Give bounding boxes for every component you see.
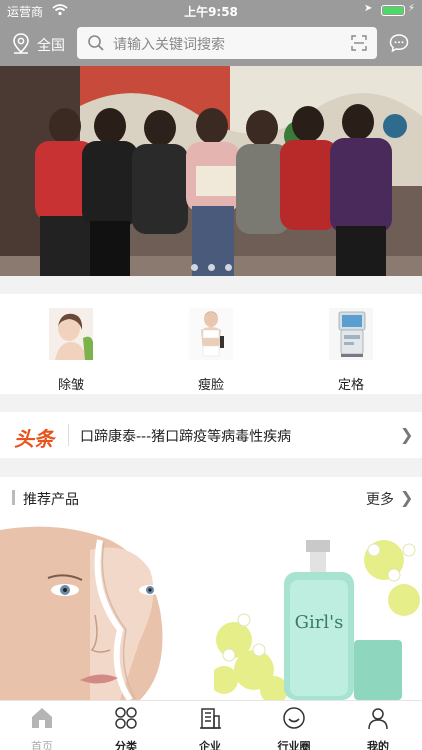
smile-circle-icon [283, 707, 305, 729]
headline-tag: 头条 [14, 427, 54, 451]
user-icon [368, 708, 388, 730]
category-row: 除皱 瘦脸 定格 [0, 294, 422, 394]
more-link[interactable]: 更多 [366, 489, 394, 509]
app-screen: 运营商 上午9:58 ➤ ⚡ 全国 请输入关键词搜索 除皱 瘦脸 定格 头条 口… [0, 0, 422, 750]
category-item-device[interactable]: 定格 [316, 308, 386, 393]
section-title: 推荐产品 [23, 492, 79, 508]
carousel-dot[interactable] [207, 264, 215, 271]
device-icon [329, 308, 373, 360]
location-label[interactable]: 全国 [37, 35, 65, 55]
section-marker [12, 490, 15, 505]
product-image-bottle: Girl's [214, 520, 422, 700]
category-icon [115, 707, 137, 729]
search-icon [88, 35, 104, 51]
tab-category[interactable]: 分类 [84, 705, 168, 750]
top-bar: 运营商 上午9:58 ➤ ⚡ 全国 请输入关键词搜索 [0, 0, 422, 66]
category-label: 定格 [337, 378, 364, 393]
header: 全国 请输入关键词搜索 [0, 22, 422, 66]
category-label: 瘦脸 [197, 378, 224, 393]
product-card[interactable]: Girl's [214, 520, 422, 700]
bottle-label: Girl's [295, 612, 344, 633]
tab-mine[interactable]: 我的 [336, 705, 420, 750]
carousel-indicator[interactable] [0, 256, 422, 275]
tab-label: 行业圈 [277, 740, 311, 750]
product-card[interactable] [0, 520, 208, 700]
scan-icon[interactable] [351, 35, 367, 51]
tab-home[interactable]: 首页 [0, 705, 84, 750]
building-icon [200, 708, 221, 729]
divider [68, 424, 69, 446]
location-pin-icon[interactable] [12, 33, 30, 55]
category-item-wrinkle[interactable]: 除皱 [36, 308, 106, 393]
location-arrow-icon: ➤ [364, 3, 373, 14]
tab-bar: 首页 分类 企业 行业圈 我的 [0, 700, 422, 750]
search-input[interactable]: 请输入关键词搜索 [77, 27, 377, 59]
battery-icon [381, 5, 405, 16]
clock: 上午9:58 [184, 5, 238, 19]
chevron-right-icon[interactable]: ❯ [400, 488, 413, 507]
tab-label: 首页 [31, 740, 53, 750]
tab-company[interactable]: 企业 [168, 705, 252, 750]
home-icon [32, 708, 52, 728]
product-image-face [0, 520, 208, 700]
carousel-dot[interactable] [224, 264, 232, 271]
status-bar: 运营商 上午9:58 ➤ ⚡ [0, 0, 422, 22]
tab-label: 企业 [199, 740, 221, 750]
headline-text: 口蹄康泰---猪口蹄疫等病毒性疾病 [80, 429, 292, 445]
banner-carousel[interactable] [0, 66, 422, 276]
face-slimming-icon [189, 308, 233, 360]
category-item-slimming[interactable]: 瘦脸 [176, 308, 246, 393]
tab-label: 分类 [115, 740, 137, 750]
charging-icon: ⚡ [408, 3, 416, 14]
tab-industry-circle[interactable]: 行业圈 [252, 705, 336, 750]
search-placeholder: 请输入关键词搜索 [113, 37, 225, 53]
chevron-right-icon: ❯ [400, 425, 414, 444]
banner-photo [0, 66, 422, 276]
carousel-dot[interactable] [190, 264, 198, 271]
tab-label: 我的 [367, 740, 389, 750]
headline-news[interactable]: 头条 口蹄康泰---猪口蹄疫等病毒性疾病 ❯ [0, 412, 422, 458]
product-grid: Girl's [0, 517, 422, 700]
category-label: 除皱 [57, 378, 84, 393]
message-icon[interactable] [389, 33, 409, 53]
recommend-header: 推荐产品 更多 ❯ [0, 477, 422, 517]
wrinkle-removal-icon [49, 308, 93, 360]
